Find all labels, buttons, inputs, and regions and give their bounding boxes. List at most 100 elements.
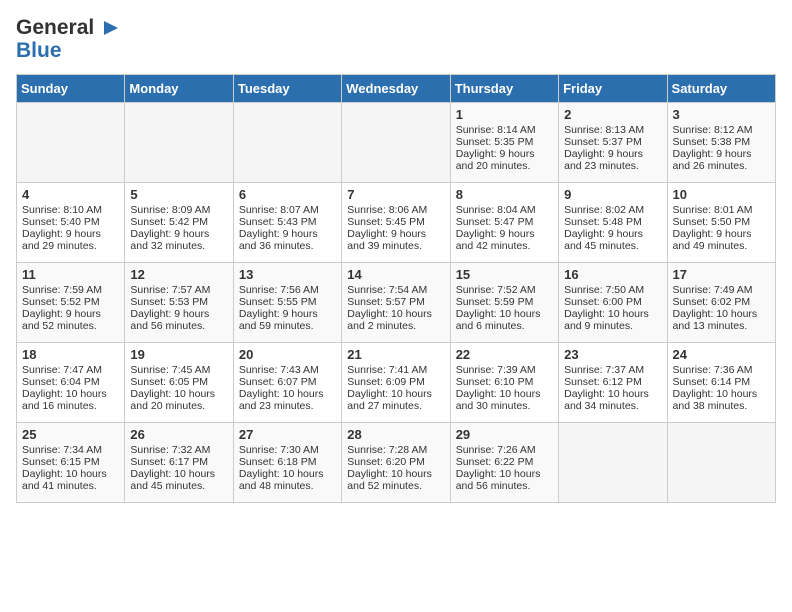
sunrise-text: Sunrise: 7:39 AM <box>456 364 553 376</box>
logo-blue: Blue <box>16 39 120 62</box>
sunset-text: Sunset: 6:17 PM <box>130 456 227 468</box>
day-cell: 28Sunrise: 7:28 AMSunset: 6:20 PMDayligh… <box>342 423 450 503</box>
daylight-text: Daylight: 10 hours and 20 minutes. <box>130 388 227 412</box>
sunrise-text: Sunrise: 7:47 AM <box>22 364 119 376</box>
daylight-text: Daylight: 9 hours and 29 minutes. <box>22 228 119 252</box>
day-number: 4 <box>22 187 119 202</box>
day-number: 11 <box>22 267 119 282</box>
daylight-text: Daylight: 9 hours and 39 minutes. <box>347 228 444 252</box>
sunrise-text: Sunrise: 8:06 AM <box>347 204 444 216</box>
sunset-text: Sunset: 6:02 PM <box>673 296 770 308</box>
sunrise-text: Sunrise: 8:09 AM <box>130 204 227 216</box>
col-header-saturday: Saturday <box>667 75 775 103</box>
day-cell: 9Sunrise: 8:02 AMSunset: 5:48 PMDaylight… <box>559 183 667 263</box>
sunset-text: Sunset: 5:59 PM <box>456 296 553 308</box>
sunrise-text: Sunrise: 8:10 AM <box>22 204 119 216</box>
col-header-friday: Friday <box>559 75 667 103</box>
daylight-text: Daylight: 9 hours and 49 minutes. <box>673 228 770 252</box>
page-header: General Blue <box>16 16 776 62</box>
daylight-text: Daylight: 10 hours and 9 minutes. <box>564 308 661 332</box>
col-header-thursday: Thursday <box>450 75 558 103</box>
sunrise-text: Sunrise: 7:50 AM <box>564 284 661 296</box>
day-cell: 25Sunrise: 7:34 AMSunset: 6:15 PMDayligh… <box>17 423 125 503</box>
day-number: 23 <box>564 347 661 362</box>
daylight-text: Daylight: 9 hours and 45 minutes. <box>564 228 661 252</box>
day-cell <box>17 103 125 183</box>
daylight-text: Daylight: 9 hours and 52 minutes. <box>22 308 119 332</box>
sunset-text: Sunset: 6:00 PM <box>564 296 661 308</box>
day-number: 18 <box>22 347 119 362</box>
day-cell: 24Sunrise: 7:36 AMSunset: 6:14 PMDayligh… <box>667 343 775 423</box>
sunset-text: Sunset: 6:10 PM <box>456 376 553 388</box>
sunset-text: Sunset: 5:47 PM <box>456 216 553 228</box>
day-cell: 13Sunrise: 7:56 AMSunset: 5:55 PMDayligh… <box>233 263 341 343</box>
sunset-text: Sunset: 5:37 PM <box>564 136 661 148</box>
daylight-text: Daylight: 10 hours and 41 minutes. <box>22 468 119 492</box>
sunrise-text: Sunrise: 7:41 AM <box>347 364 444 376</box>
daylight-text: Daylight: 10 hours and 13 minutes. <box>673 308 770 332</box>
day-cell: 27Sunrise: 7:30 AMSunset: 6:18 PMDayligh… <box>233 423 341 503</box>
day-number: 25 <box>22 427 119 442</box>
col-header-monday: Monday <box>125 75 233 103</box>
day-number: 17 <box>673 267 770 282</box>
day-cell: 5 Sunrise: 8:09 AMSunset: 5:42 PMDaylight… <box>125 183 233 263</box>
sunset-text: Sunset: 6:09 PM <box>347 376 444 388</box>
day-number: 5 <box>130 187 227 202</box>
calendar-table: SundayMondayTuesdayWednesdayThursdayFrid… <box>16 74 776 503</box>
day-cell <box>667 423 775 503</box>
sunset-text: Sunset: 6:22 PM <box>456 456 553 468</box>
sunrise-text: Sunrise: 7:37 AM <box>564 364 661 376</box>
sunset-text: Sunset: 5:48 PM <box>564 216 661 228</box>
sunrise-text: Sunrise: 8:13 AM <box>564 124 661 136</box>
sunrise-text: Sunrise: 8:01 AM <box>673 204 770 216</box>
day-number: 16 <box>564 267 661 282</box>
sunset-text: Sunset: 6:07 PM <box>239 376 336 388</box>
sunrise-text: Sunrise: 7:56 AM <box>239 284 336 296</box>
col-header-sunday: Sunday <box>17 75 125 103</box>
daylight-text: Daylight: 9 hours and 32 minutes. <box>130 228 227 252</box>
sunset-text: Sunset: 5:42 PM <box>130 216 227 228</box>
daylight-text: Daylight: 10 hours and 48 minutes. <box>239 468 336 492</box>
day-number: 29 <box>456 427 553 442</box>
day-cell: 3Sunrise: 8:12 AMSunset: 5:38 PMDaylight… <box>667 103 775 183</box>
sunrise-text: Sunrise: 7:49 AM <box>673 284 770 296</box>
sunrise-text: Sunrise: 7:59 AM <box>22 284 119 296</box>
sunset-text: Sunset: 5:43 PM <box>239 216 336 228</box>
daylight-text: Daylight: 10 hours and 34 minutes. <box>564 388 661 412</box>
day-cell: 22 Sunrise: 7:39 AMSunset: 6:10 PMDayligh… <box>450 343 558 423</box>
col-header-tuesday: Tuesday <box>233 75 341 103</box>
day-cell: 29Sunrise: 7:26 AMSunset: 6:22 PMDayligh… <box>450 423 558 503</box>
sunrise-text: Sunrise: 8:12 AM <box>673 124 770 136</box>
sunset-text: Sunset: 5:53 PM <box>130 296 227 308</box>
day-number: 6 <box>239 187 336 202</box>
day-cell: 6Sunrise: 8:07 AMSunset: 5:43 PMDaylight… <box>233 183 341 263</box>
sunrise-text: Sunrise: 7:28 AM <box>347 444 444 456</box>
sunrise-text: Sunrise: 7:52 AM <box>456 284 553 296</box>
sunset-text: Sunset: 5:50 PM <box>673 216 770 228</box>
day-number: 7 <box>347 187 444 202</box>
daylight-text: Daylight: 10 hours and 2 minutes. <box>347 308 444 332</box>
day-number: 22 <box>456 347 553 362</box>
day-cell: 8Sunrise: 8:04 AMSunset: 5:47 PMDaylight… <box>450 183 558 263</box>
day-number: 19 <box>130 347 227 362</box>
daylight-text: Daylight: 10 hours and 38 minutes. <box>673 388 770 412</box>
daylight-text: Daylight: 10 hours and 52 minutes. <box>347 468 444 492</box>
daylight-text: Daylight: 9 hours and 59 minutes. <box>239 308 336 332</box>
daylight-text: Daylight: 10 hours and 30 minutes. <box>456 388 553 412</box>
sunset-text: Sunset: 6:20 PM <box>347 456 444 468</box>
day-cell: 1Sunrise: 8:14 AMSunset: 5:35 PMDaylight… <box>450 103 558 183</box>
sunset-text: Sunset: 6:18 PM <box>239 456 336 468</box>
day-cell: 21Sunrise: 7:41 AMSunset: 6:09 PMDayligh… <box>342 343 450 423</box>
daylight-text: Daylight: 10 hours and 16 minutes. <box>22 388 119 412</box>
day-cell: 26Sunrise: 7:32 AMSunset: 6:17 PMDayligh… <box>125 423 233 503</box>
sunset-text: Sunset: 5:52 PM <box>22 296 119 308</box>
daylight-text: Daylight: 9 hours and 56 minutes. <box>130 308 227 332</box>
sunset-text: Sunset: 6:04 PM <box>22 376 119 388</box>
daylight-text: Daylight: 9 hours and 23 minutes. <box>564 148 661 172</box>
day-number: 1 <box>456 107 553 122</box>
day-number: 14 <box>347 267 444 282</box>
day-number: 9 <box>564 187 661 202</box>
week-row-5: 25Sunrise: 7:34 AMSunset: 6:15 PMDayligh… <box>17 423 776 503</box>
daylight-text: Daylight: 9 hours and 26 minutes. <box>673 148 770 172</box>
day-number: 3 <box>673 107 770 122</box>
